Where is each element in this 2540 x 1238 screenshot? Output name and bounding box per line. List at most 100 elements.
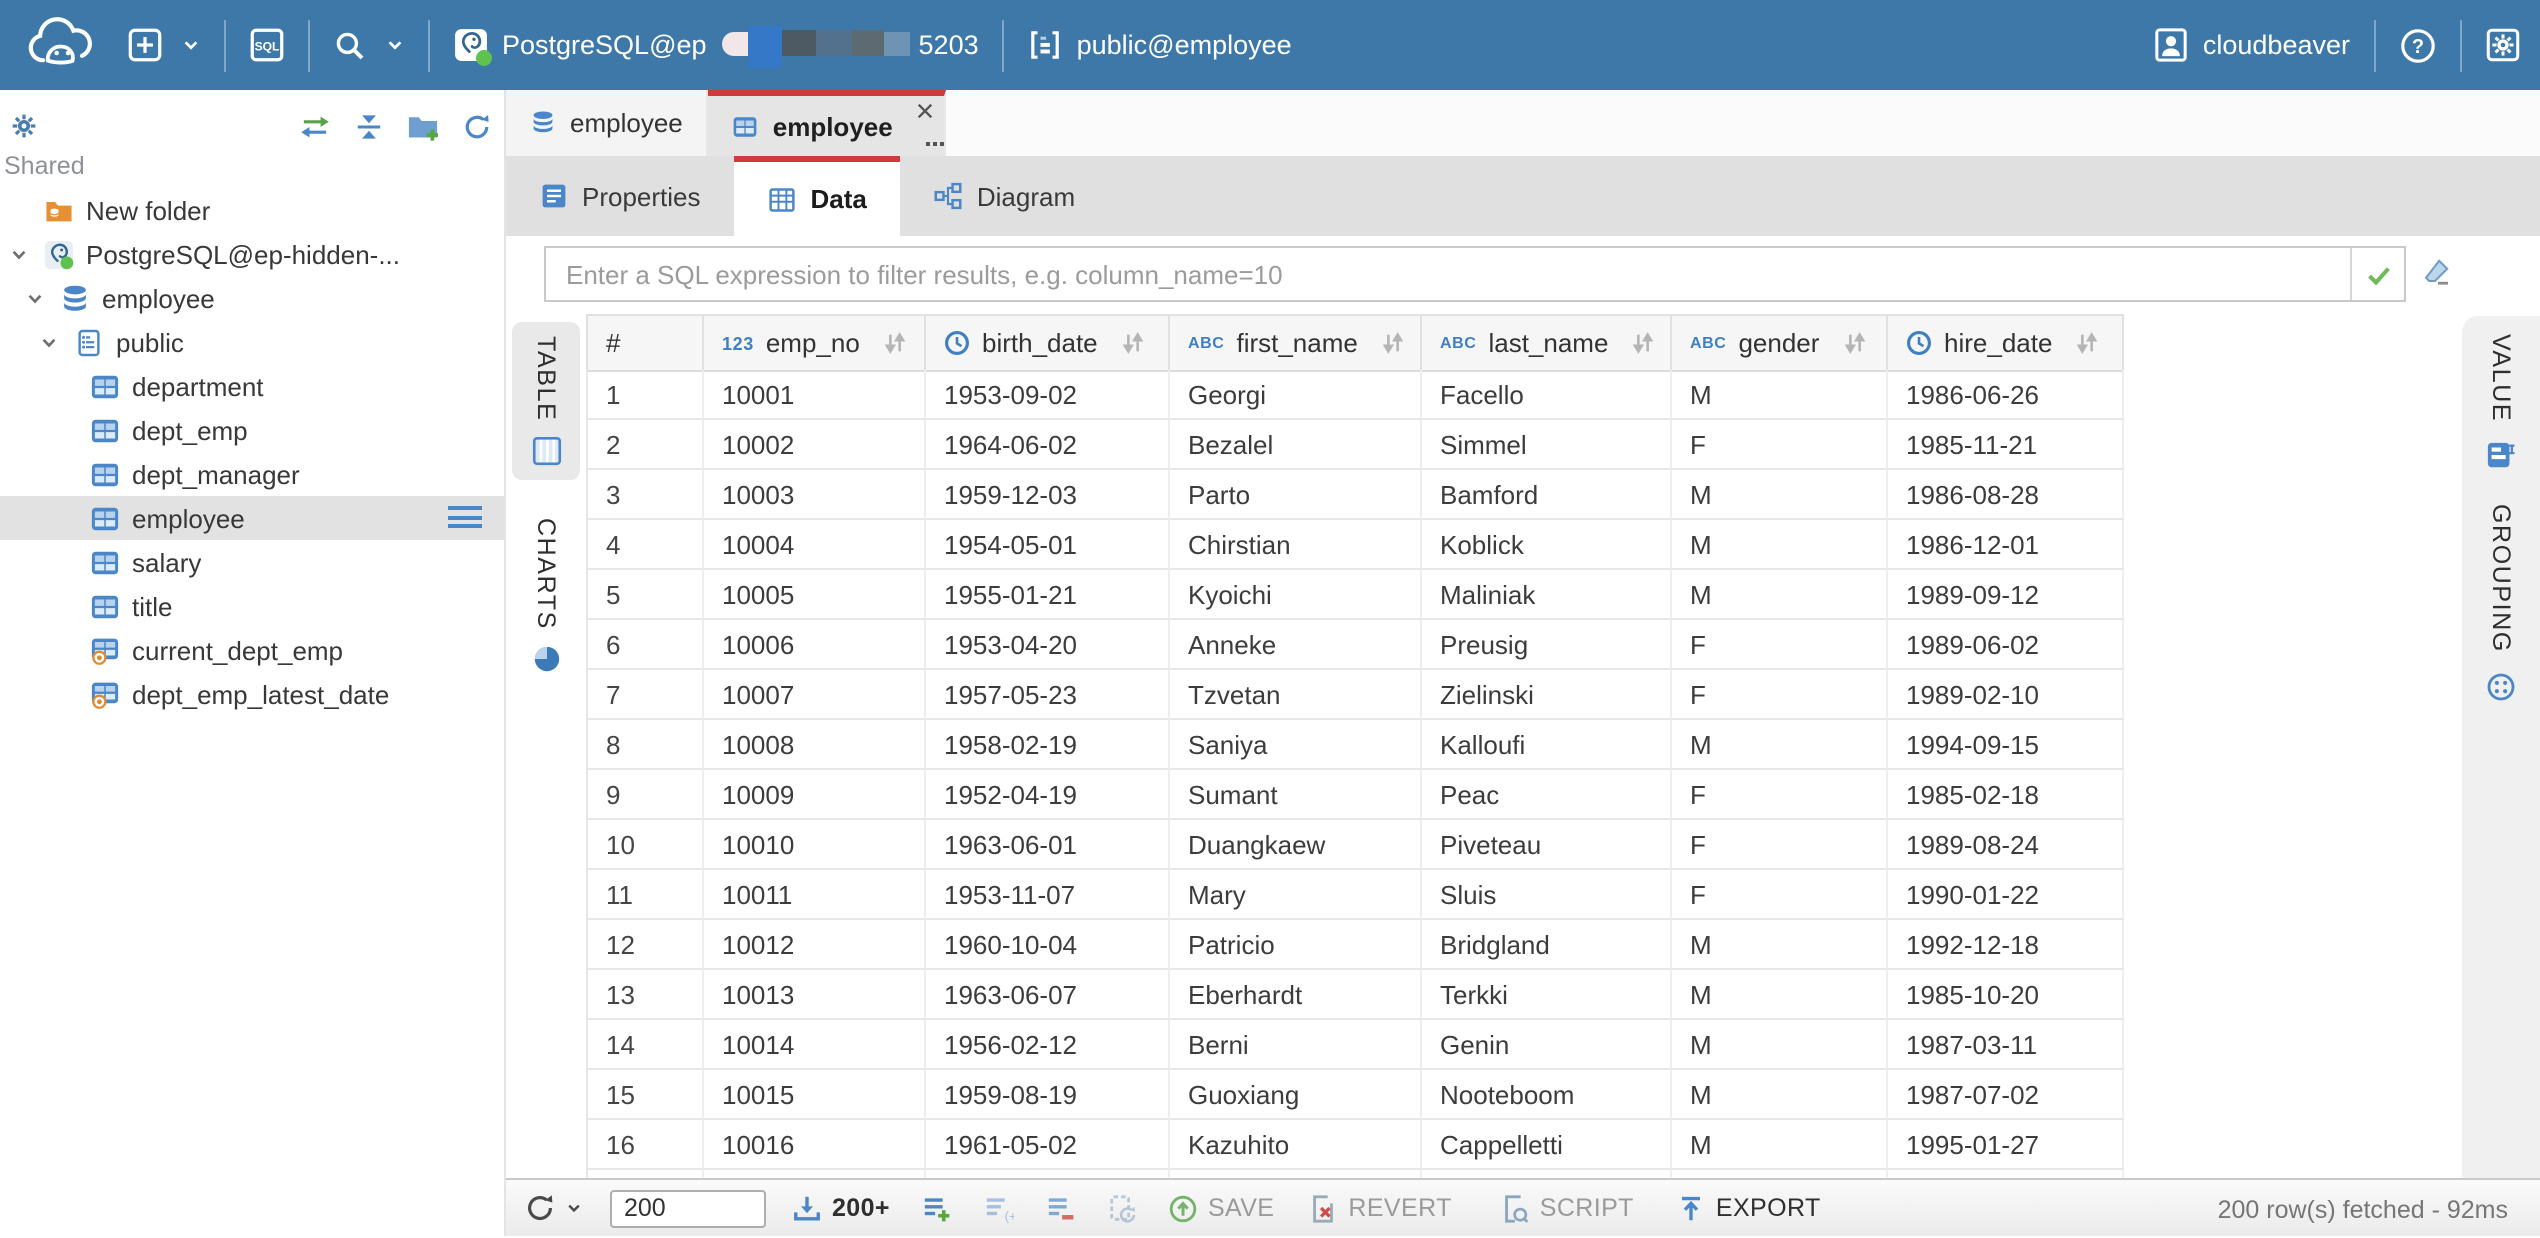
data-cell[interactable]: Simmel (1422, 420, 1672, 470)
tab-data[interactable]: Data (735, 156, 901, 236)
data-cell[interactable]: Piveteau (1422, 820, 1672, 870)
data-cell[interactable] (1170, 1170, 1422, 1178)
data-cell[interactable]: M (1672, 370, 1888, 420)
tree-item-dept-manager[interactable]: dept_manager (0, 452, 504, 496)
row-actions-icon[interactable] (448, 506, 482, 533)
data-cell[interactable]: 1964-06-02 (926, 420, 1170, 470)
data-cell[interactable]: F (1672, 620, 1888, 670)
settings-button[interactable] (2486, 28, 2520, 62)
data-cell[interactable]: 10002 (704, 420, 926, 470)
data-cell[interactable]: 1989-06-02 (1888, 620, 2124, 670)
data-cell[interactable]: Kazuhito (1170, 1120, 1422, 1170)
tree-item-current-dept-emp[interactable]: current_dept_emp (0, 628, 504, 672)
data-cell[interactable]: M (1672, 570, 1888, 620)
data-cell[interactable]: M (1672, 1120, 1888, 1170)
data-cell[interactable]: 1963-06-01 (926, 820, 1170, 870)
sort-arrows-icon[interactable] (1120, 330, 1146, 356)
row-number-cell[interactable]: 4 (586, 520, 704, 570)
tab-employee-database[interactable]: employee (506, 90, 709, 156)
data-cell[interactable]: 1961-05-02 (926, 1120, 1170, 1170)
column-header-emp_no[interactable]: 123emp_no (704, 316, 926, 372)
data-cell[interactable]: 10012 (704, 920, 926, 970)
data-cell[interactable]: M (1672, 970, 1888, 1020)
panel-tab-value[interactable]: VALUE (2486, 334, 2516, 470)
data-cell[interactable]: Terkki (1422, 970, 1672, 1020)
expand-chevron-icon[interactable] (24, 289, 60, 307)
data-cell[interactable]: Kalloufi (1422, 720, 1672, 770)
refresh-results-button[interactable] (524, 1192, 582, 1224)
data-cell[interactable]: Eberhardt (1170, 970, 1422, 1020)
column-header-hire_date[interactable]: hire_date (1888, 316, 2124, 372)
data-cell[interactable]: 10009 (704, 770, 926, 820)
data-cell[interactable]: 1952-04-19 (926, 770, 1170, 820)
data-cell[interactable]: Tzvetan (1170, 670, 1422, 720)
tree-item-employee[interactable]: employee (0, 496, 504, 540)
data-cell[interactable]: 1959-12-03 (926, 470, 1170, 520)
row-number-cell[interactable] (586, 1170, 704, 1178)
data-cell[interactable]: 1959-08-19 (926, 1070, 1170, 1120)
column-header-gender[interactable]: ABCgender (1672, 316, 1888, 372)
row-number-cell[interactable]: 3 (586, 470, 704, 520)
data-cell[interactable]: 1989-09-12 (1888, 570, 2124, 620)
fetch-more-button[interactable]: 200+ (792, 1193, 890, 1223)
new-object-button[interactable] (128, 28, 200, 62)
column-header-row-number[interactable]: # (586, 316, 704, 372)
data-cell[interactable]: Zielinski (1422, 670, 1672, 720)
data-cell[interactable]: 1960-10-04 (926, 920, 1170, 970)
tree-item-salary[interactable]: salary (0, 540, 504, 584)
data-cell[interactable]: 10016 (704, 1120, 926, 1170)
data-cell[interactable]: Cappelletti (1422, 1120, 1672, 1170)
add-row-button[interactable] (922, 1193, 952, 1223)
data-cell[interactable]: Preusig (1422, 620, 1672, 670)
tree-item-dept-emp-latest-date[interactable]: dept_emp_latest_date (0, 672, 504, 716)
row-number-cell[interactable]: 1 (586, 370, 704, 420)
data-cell[interactable] (704, 1170, 926, 1178)
data-cell[interactable]: Chirstian (1170, 520, 1422, 570)
data-cell[interactable]: M (1672, 520, 1888, 570)
column-header-last_name[interactable]: ABClast_name (1422, 316, 1672, 372)
data-cell[interactable]: Facello (1422, 370, 1672, 420)
data-cell[interactable]: 10003 (704, 470, 926, 520)
data-cell[interactable]: 1985-11-21 (1888, 420, 2124, 470)
data-cell[interactable]: 1957-05-23 (926, 670, 1170, 720)
fetch-size-input[interactable] (610, 1189, 766, 1227)
tab-diagram[interactable]: Diagram (901, 156, 1109, 236)
data-cell[interactable]: Mary (1170, 870, 1422, 920)
tree-item-public[interactable]: public (0, 320, 504, 364)
row-number-cell[interactable]: 11 (586, 870, 704, 920)
data-cell[interactable]: 1995-01-27 (1888, 1120, 2124, 1170)
data-cell[interactable]: Kyoichi (1170, 570, 1422, 620)
cloudbeaver-logo-icon[interactable] (24, 16, 100, 74)
revert-button[interactable]: REVERT (1308, 1193, 1451, 1223)
row-number-cell[interactable]: 12 (586, 920, 704, 970)
collapse-all-icon[interactable] (354, 111, 384, 141)
row-number-cell[interactable]: 16 (586, 1120, 704, 1170)
driver-manager-button[interactable] (334, 29, 404, 61)
data-cell[interactable]: Bamford (1422, 470, 1672, 520)
data-cell[interactable]: 1955-01-21 (926, 570, 1170, 620)
sort-arrows-icon[interactable] (1380, 330, 1406, 356)
data-cell[interactable]: Genin (1422, 1020, 1672, 1070)
data-cell[interactable]: Nooteboom (1422, 1070, 1672, 1120)
data-cell[interactable]: M (1672, 920, 1888, 970)
panel-tab-grouping[interactable]: GROUPING (2486, 504, 2516, 701)
save-button[interactable]: SAVE (1168, 1193, 1274, 1223)
sql-filter-input[interactable] (546, 259, 2350, 289)
data-cell[interactable]: 1956-02-12 (926, 1020, 1170, 1070)
data-cell[interactable]: Parto (1170, 470, 1422, 520)
data-cell[interactable]: F (1672, 770, 1888, 820)
data-cell[interactable]: 10001 (704, 370, 926, 420)
data-cell[interactable]: 1992-12-18 (1888, 920, 2124, 970)
link-with-editor-icon[interactable] (298, 113, 332, 139)
data-cell[interactable]: 1987-03-11 (1888, 1020, 2124, 1070)
data-cell[interactable] (926, 1170, 1170, 1178)
export-button[interactable]: EXPORT (1676, 1193, 1821, 1223)
tree-item-employee[interactable]: employee (0, 276, 504, 320)
data-cell[interactable]: 10006 (704, 620, 926, 670)
data-cell[interactable]: 10008 (704, 720, 926, 770)
help-button[interactable]: ? (2400, 27, 2436, 63)
data-cell[interactable]: F (1672, 420, 1888, 470)
data-cell[interactable]: 1958-02-19 (926, 720, 1170, 770)
presentation-tab-charts[interactable]: CHARTS (512, 503, 580, 687)
data-cell[interactable]: 1953-09-02 (926, 370, 1170, 420)
